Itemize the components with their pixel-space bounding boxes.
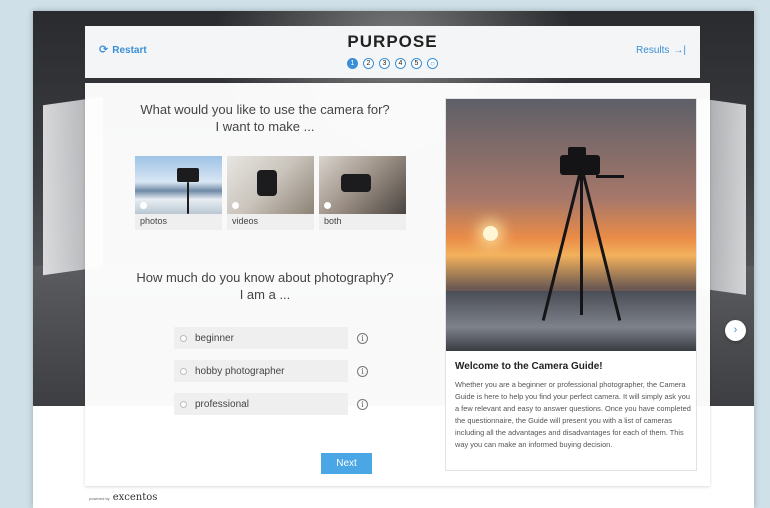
tripod-icon [187, 182, 189, 214]
tripod-leg [580, 175, 583, 315]
option-videos[interactable]: videos [227, 156, 314, 230]
option-beginner[interactable]: beginner [174, 327, 348, 349]
rocks [446, 291, 696, 351]
option-photos-label: photos [135, 214, 222, 230]
info-icon[interactable]: i [357, 365, 368, 377]
camera-icon [341, 174, 371, 192]
photos-image [135, 156, 222, 214]
tripod-handle [596, 175, 624, 178]
tripod-sunset-image [446, 99, 696, 351]
question-usage-line2: I want to make ... [215, 119, 315, 134]
step-3[interactable]: 3 [379, 58, 390, 69]
question-usage-line1: What would you like to use the camera fo… [140, 102, 390, 117]
radio-professional[interactable] [180, 400, 187, 408]
step-1[interactable]: 1 [347, 58, 358, 69]
sun [483, 226, 498, 241]
header-bar: ⟳ Restart PURPOSE 1 2 3 4 5 ○ Results →| [85, 26, 700, 78]
question-experience-line1: How much do you know about photography? [136, 270, 394, 285]
chevron-right-icon[interactable]: › [725, 320, 746, 341]
excentos-logo[interactable]: excentos [113, 492, 158, 503]
option-professional-label: professional [195, 398, 249, 410]
powered-by: powered by excentos [89, 492, 157, 503]
both-image [319, 156, 406, 214]
step-4[interactable]: 4 [395, 58, 406, 69]
step-results[interactable]: ○ [427, 58, 438, 69]
option-videos-label: videos [227, 214, 314, 230]
powered-by-label: powered by [89, 496, 110, 501]
info-icon[interactable]: i [357, 332, 368, 344]
radio-beginner[interactable] [180, 334, 187, 342]
app-frame: ⟳ Restart PURPOSE 1 2 3 4 5 ○ Results →|… [33, 11, 754, 508]
radio-photos[interactable] [140, 202, 147, 209]
radio-videos[interactable] [232, 202, 239, 209]
option-row: hobby photographer i [174, 360, 368, 382]
welcome-title: Welcome to the Camera Guide! [455, 361, 603, 372]
option-hobby-photographer-label: hobby photographer [195, 365, 285, 377]
arrow-right-bar-icon: →| [673, 45, 686, 56]
welcome-body: Whether you are a beginner or profession… [455, 380, 691, 449]
results-label: Results [636, 45, 670, 56]
option-both-label: both [319, 214, 406, 230]
videos-image [227, 156, 314, 214]
step-indicator: 1 2 3 4 5 ○ [85, 58, 700, 69]
welcome-text: Welcome to the Camera Guide! Whether you… [455, 361, 691, 451]
option-row: beginner i [174, 327, 368, 349]
option-both[interactable]: both [319, 156, 406, 230]
page-title: PURPOSE [347, 32, 438, 51]
question-experience: How much do you know about photography? … [85, 269, 445, 303]
gimbal-icon [257, 170, 277, 196]
step-2[interactable]: 2 [363, 58, 374, 69]
step-5[interactable]: 5 [411, 58, 422, 69]
radio-hobby-photographer[interactable] [180, 367, 187, 375]
question-experience-line2: I am a ... [239, 287, 291, 302]
camera-icon [177, 168, 199, 182]
option-hobby-photographer[interactable]: hobby photographer [174, 360, 348, 382]
option-photos[interactable]: photos [135, 156, 222, 230]
option-professional[interactable]: professional [174, 393, 348, 415]
option-beginner-label: beginner [195, 332, 234, 344]
next-button[interactable]: Next [321, 453, 372, 474]
info-icon[interactable]: i [357, 398, 368, 410]
welcome-card: Welcome to the Camera Guide! Whether you… [445, 98, 697, 471]
radio-both[interactable] [324, 202, 331, 209]
usage-options: photos videos both [135, 156, 406, 230]
questionnaire-panel: What would you like to use the camera fo… [85, 83, 746, 486]
question-usage: What would you like to use the camera fo… [85, 101, 445, 135]
camera-body [560, 155, 600, 175]
experience-options: beginner i hobby photographer i professi… [174, 327, 368, 426]
option-row: professional i [174, 393, 368, 415]
results-button[interactable]: Results →| [636, 45, 686, 56]
